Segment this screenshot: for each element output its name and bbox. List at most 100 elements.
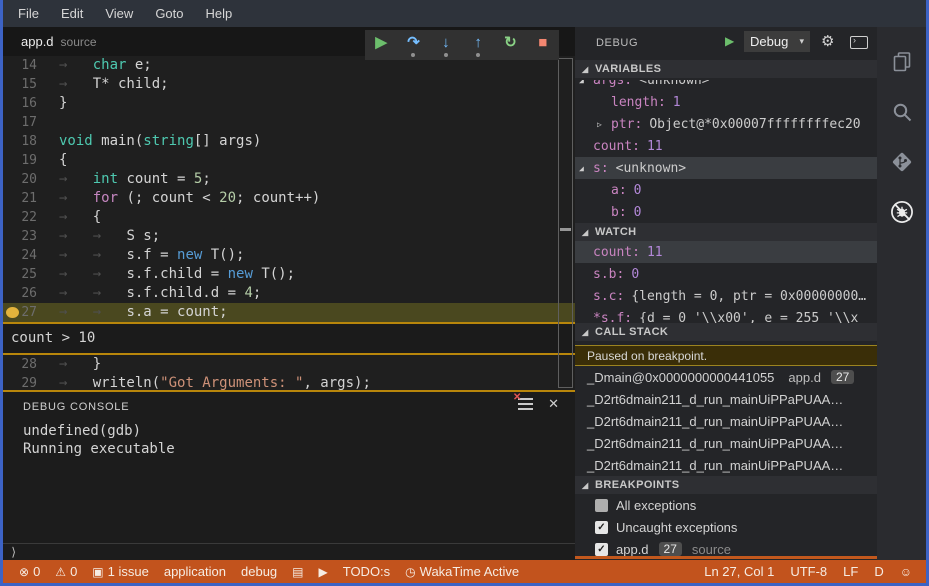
activity-explorer-button[interactable] <box>877 39 926 85</box>
statusbar-config-debug[interactable]: debug <box>241 564 277 579</box>
breakpoint-row[interactable]: ✓ Uncaught exceptions <box>575 516 877 538</box>
menu-view[interactable]: View <box>94 6 144 21</box>
watch-row[interactable]: count: 11 <box>575 241 877 263</box>
line-number: 26 <box>21 286 37 301</box>
step-over-button[interactable]: ↷ <box>401 32 425 58</box>
code-line[interactable]: 19 { <box>3 151 575 170</box>
expand-arrow-icon[interactable]: ▷ <box>597 120 602 129</box>
line-number: 28 <box>21 357 37 372</box>
variable-row[interactable]: length: 1 <box>575 91 877 113</box>
menu-help[interactable]: Help <box>195 6 244 21</box>
statusbar-text: UTF-8 <box>790 564 828 579</box>
statusbar-language-mode[interactable]: D <box>874 564 883 579</box>
code-line[interactable]: 18 void main(string[] args) <box>3 132 575 151</box>
code-line[interactable]: 20 → int count = 5; <box>3 170 575 189</box>
statusbar-errors[interactable]: ⊗ 0 <box>19 564 40 579</box>
code-line[interactable]: 16} <box>3 94 575 113</box>
statusbar-text: debug <box>241 564 278 579</box>
breakpoint-checkbox[interactable]: ✓ <box>595 542 608 556</box>
menu-file[interactable]: File <box>7 6 50 21</box>
collapse-arrow-icon[interactable]: ◢ <box>579 164 584 173</box>
close-icon[interactable]: ✕ <box>548 396 559 412</box>
paused-status: Paused on breakpoint. <box>575 345 877 366</box>
variable-value: 0 <box>631 266 640 282</box>
breakpoint-row[interactable]: All exceptions <box>575 494 877 516</box>
code-line[interactable]: 25 → → s.f.child = new T(); <box>3 265 575 284</box>
statusbar-issues[interactable]: ▣ 1 issue <box>92 564 149 579</box>
code-line[interactable]: 26 → → s.f.child.d = 4; <box>3 284 575 303</box>
statusbar-todos[interactable]: TODO:s <box>343 564 390 579</box>
gear-icon[interactable]: ⚙ <box>821 32 834 50</box>
tab-appd[interactable]: app.d source <box>21 27 97 56</box>
stack-frame-row[interactable]: _D2rt6dmain211_d_run_mainUiPPaPUAA… <box>575 454 877 476</box>
statusbar-run[interactable]: ▶ <box>319 565 328 579</box>
breakpoint-row[interactable]: ✓ app.d 27 source <box>575 538 877 556</box>
code-line[interactable]: 27 → → s.a = count; <box>3 303 575 322</box>
callstack-section-header[interactable]: ◢ CALL STACK <box>575 323 877 341</box>
code-line[interactable]: 22 → { <box>3 208 575 227</box>
watch-row[interactable]: s.b: 0 <box>575 263 877 285</box>
restart-button[interactable]: ↻ <box>498 32 522 58</box>
code-line[interactable]: 23 → → S s; <box>3 227 575 246</box>
breakpoint-condition-widget[interactable]: count > 10 <box>3 322 575 355</box>
errors-icon: ⊗ <box>19 564 30 579</box>
activity-git-button[interactable] <box>877 139 926 185</box>
stack-frame-row[interactable]: _D2rt6dmain211_d_run_mainUiPPaPUAA… <box>575 432 877 454</box>
debug-config-select[interactable]: Debug ▾ <box>744 31 810 52</box>
clear-console-icon[interactable]: ✕ <box>513 392 533 410</box>
code-line[interactable]: 24 → → s.f = new T(); <box>3 246 575 265</box>
activity-debug-button[interactable] <box>877 189 926 235</box>
code-line[interactable]: 21 → for (; count < 20; count++) <box>3 189 575 208</box>
stack-frame-row[interactable]: _D2rt6dmain211_d_run_mainUiPPaPUAA… <box>575 388 877 410</box>
statusbar-wakatime[interactable]: ◷ WakaTime Active <box>405 564 519 579</box>
collapse-arrow-icon[interactable]: ◢ <box>579 80 584 85</box>
statusbar-eol[interactable]: LF <box>843 564 858 579</box>
watch-section-header[interactable]: ◢ WATCH <box>575 223 877 241</box>
editor-scrollbar[interactable] <box>558 58 573 388</box>
variables-section-header[interactable]: ◢ VARIABLES <box>575 60 877 78</box>
breakpoint-checkbox[interactable] <box>595 498 608 512</box>
stack-frame-row[interactable]: _D2rt6dmain211_d_run_mainUiPPaPUAA… <box>575 410 877 432</box>
code-line[interactable]: 15 → T* child; <box>3 75 575 94</box>
debug-console-input[interactable]: ⟩ <box>3 543 575 562</box>
term-chevron-icon: › <box>853 35 856 45</box>
watch-row[interactable]: s.c: {length = 0, ptr = 0x00000000… <box>575 285 877 307</box>
breakpoint-label: Uncaught exceptions <box>616 519 738 535</box>
statusbar-config-application[interactable]: application <box>164 564 226 579</box>
step-out-button[interactable]: ↑ <box>466 32 490 58</box>
statusbar-feedback[interactable]: ☺ <box>900 565 912 579</box>
stack-frame-row[interactable]: _Dmain@0x0000000000441055 app.d 27 <box>575 366 877 388</box>
frame-file: app.d <box>788 369 821 385</box>
menu-goto[interactable]: Goto <box>144 6 194 21</box>
start-debug-icon[interactable]: ▶ <box>725 34 734 48</box>
statusbar-text: LF <box>843 564 859 579</box>
debug-console-toggle-icon[interactable]: › <box>850 35 868 49</box>
statusbar-encoding[interactable]: UTF-8 <box>790 564 827 579</box>
activity-bar <box>877 27 926 560</box>
debug-console-title: DEBUG CONSOLE <box>23 401 130 413</box>
code-text: void main(string[] args) <box>59 133 262 149</box>
debug-console-output: undefined(gdb) Running executable <box>3 418 575 458</box>
breakpoint-checkbox[interactable]: ✓ <box>595 520 608 534</box>
watch-row[interactable]: *s.f: {d = 0 '\\x00', e = 255 '\\x <box>575 307 877 324</box>
continue-button[interactable]: ▶ <box>369 32 393 58</box>
code-line[interactable]: 17 <box>3 113 575 132</box>
activity-search-button[interactable] <box>877 89 926 135</box>
menu-edit[interactable]: Edit <box>50 6 94 21</box>
variable-row[interactable]: a: 0 <box>575 179 877 201</box>
statusbar-warnings[interactable]: ⚠ 0 <box>55 564 77 579</box>
step-into-button[interactable]: ↓ <box>434 32 458 58</box>
variable-value: <unknown> <box>639 80 710 88</box>
breakpoints-section-header[interactable]: ◢ BREAKPOINTS <box>575 476 877 494</box>
variable-row[interactable]: ▷ ptr: Object@*0x00007ffffffffec20 <box>575 113 877 135</box>
statusbar-cursor-position[interactable]: Ln 27, Col 1 <box>704 564 774 579</box>
variable-row[interactable]: count: 11 <box>575 135 877 157</box>
code-text: → → s.f.child = new T(); <box>59 266 296 282</box>
variable-row[interactable]: b: 0 <box>575 201 877 223</box>
statusbar-todo-file[interactable]: ▤ <box>292 565 303 579</box>
variable-row[interactable]: ◢ args: <unknown> <box>575 80 877 91</box>
stop-button[interactable]: ■ <box>531 32 555 58</box>
code-line[interactable]: 28 → } <box>3 355 575 374</box>
breakpoint-icon[interactable] <box>6 307 19 318</box>
variable-row[interactable]: ◢ s: <unknown> <box>575 157 877 179</box>
